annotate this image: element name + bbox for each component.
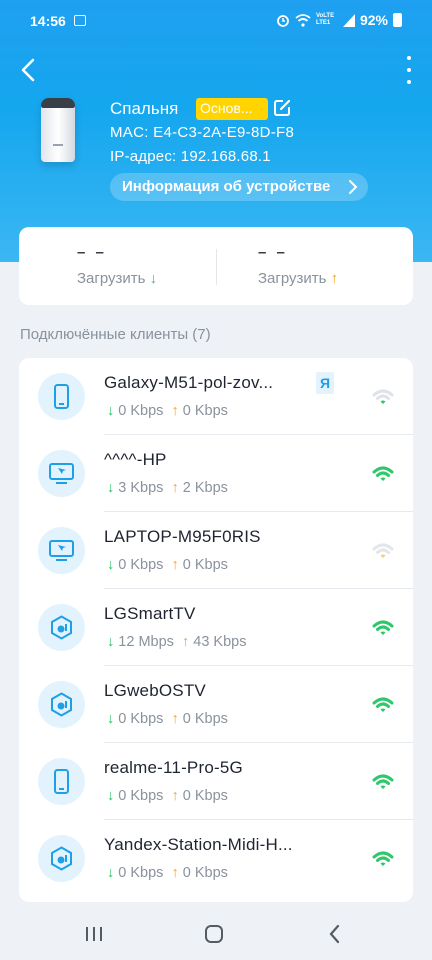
stat-value: – – [258, 244, 288, 261]
edit-icon[interactable] [272, 98, 292, 118]
mac-address: MAC: E4-C3-2A-E9-8D-F8 [110, 124, 295, 141]
client-name: ^^^^-HP [104, 450, 167, 469]
ip-address: IP-адрес: 192.168.68.1 [110, 148, 271, 165]
status-bar: 14:56 VoLTE LTE1 92% [0, 0, 432, 40]
nav-back-icon[interactable] [323, 922, 347, 946]
phone-icon [38, 373, 85, 420]
battery-percent: 92% [359, 12, 388, 28]
stat-value: – – [77, 244, 107, 261]
wifi-signal-icon [372, 697, 394, 712]
current-device-tag: Я [316, 372, 334, 394]
client-name: LGwebOSTV [104, 681, 206, 700]
iot-device-icon [38, 681, 85, 728]
traffic-stats-card: – – Загрузить ↓ – – Загрузить ↑ [19, 227, 413, 305]
chevron-right-icon [349, 180, 358, 194]
main-unit-badge: Основ... [196, 98, 268, 120]
device-info-button[interactable]: Информация об устройстве [110, 173, 368, 201]
gallery-notification-icon [74, 15, 86, 26]
up-arrow-icon: ↑ [330, 270, 339, 287]
wifi-signal-icon [372, 851, 394, 866]
desktop-icon [38, 527, 85, 574]
stat-label: Загрузить ↑ [258, 270, 339, 287]
client-row[interactable]: LGSmartTV ↓ 12 Mbps ↑ 43 Kbps [19, 589, 413, 666]
stat-label: Загрузить ↓ [77, 270, 158, 287]
down-arrow-icon: ↓ [107, 403, 115, 419]
up-arrow-icon: ↑ [171, 403, 179, 419]
iot-device-icon [38, 835, 85, 882]
client-name: Yandex-Station-Midi-H... [104, 835, 293, 854]
back-arrow-icon[interactable] [18, 56, 40, 84]
wifi-signal-icon [372, 543, 394, 558]
clients-list: Galaxy-M51-pol-zov... Я ↓ 0 Kbps ↑ 0 Kbp… [19, 358, 413, 902]
up-arrow-icon: ↑ [181, 634, 190, 650]
home-icon[interactable] [202, 922, 226, 946]
client-name: Galaxy-M51-pol-zov... [104, 373, 274, 392]
client-rates: ↓ 0 Kbps ↑ 0 Kbps [107, 788, 228, 804]
iot-device-icon [38, 604, 85, 651]
deco-device-image [41, 98, 75, 162]
down-arrow-icon: ↓ [107, 865, 115, 881]
alarm-icon [277, 15, 289, 27]
client-name: LAPTOP-M95F0RIS [104, 527, 261, 546]
up-arrow-icon: ↑ [171, 865, 179, 881]
client-row[interactable]: Galaxy-M51-pol-zov... Я ↓ 0 Kbps ↑ 0 Kbp… [19, 358, 413, 435]
client-row[interactable]: ^^^^-HP ↓ 3 Kbps ↑ 2 Kbps [19, 435, 413, 512]
wifi-signal-icon [372, 466, 394, 481]
client-rates: ↓ 12 Mbps ↑ 43 Kbps [107, 634, 247, 650]
client-rates: ↓ 0 Kbps ↑ 0 Kbps [107, 403, 228, 419]
desktop-icon [38, 450, 85, 497]
client-rates: ↓ 3 Kbps ↑ 2 Kbps [107, 480, 228, 496]
wifi-signal-icon [372, 774, 394, 789]
device-info-label: Информация об устройстве [122, 178, 331, 195]
wifi-signal-icon [372, 620, 394, 635]
up-arrow-icon: ↑ [171, 788, 179, 804]
recent-apps-icon[interactable] [82, 922, 106, 946]
client-name: realme-11-Pro-5G [104, 758, 243, 777]
down-arrow-icon: ↓ [107, 634, 115, 650]
up-arrow-icon: ↑ [171, 711, 179, 727]
more-options-icon[interactable] [404, 56, 414, 84]
client-rates: ↓ 0 Kbps ↑ 0 Kbps [107, 557, 228, 573]
client-row[interactable]: LGwebOSTV ↓ 0 Kbps ↑ 0 Kbps [19, 666, 413, 743]
client-row[interactable]: realme-11-Pro-5G ↓ 0 Kbps ↑ 0 Kbps [19, 743, 413, 820]
wifi-signal-icon [372, 389, 394, 404]
down-arrow-icon: ↓ [107, 711, 115, 727]
phone-icon [38, 758, 85, 805]
status-time: 14:56 [30, 13, 66, 29]
device-header: 14:56 VoLTE LTE1 92% Спальня Основ... MA… [0, 0, 432, 262]
stat-download: – – Загрузить ↓ [19, 227, 215, 305]
cell-signal-icon [342, 13, 355, 27]
up-arrow-icon: ↑ [171, 557, 179, 573]
down-arrow-icon: ↓ [107, 788, 115, 804]
status-icons: VoLTE LTE1 92% [276, 12, 402, 28]
client-row[interactable]: Yandex-Station-Midi-H... ↓ 0 Kbps ↑ 0 Kb… [19, 820, 413, 897]
down-arrow-icon: ↓ [107, 480, 115, 496]
client-name: LGSmartTV [104, 604, 196, 623]
client-rates: ↓ 0 Kbps ↑ 0 Kbps [107, 711, 228, 727]
up-arrow-icon: ↑ [171, 480, 179, 496]
connected-clients-title: Подключённые клиенты (7) [20, 326, 211, 343]
client-rates: ↓ 0 Kbps ↑ 0 Kbps [107, 865, 228, 881]
down-arrow-icon: ↓ [107, 557, 115, 573]
down-arrow-icon: ↓ [149, 270, 158, 287]
wifi-status-icon [295, 13, 311, 27]
stat-upload: – – Загрузить ↑ [217, 227, 413, 305]
battery-icon [393, 13, 402, 27]
device-name: Спальня [110, 99, 179, 118]
volte-label: VoLTE LTE1 [315, 13, 335, 26]
client-row[interactable]: LAPTOP-M95F0RIS ↓ 0 Kbps ↑ 0 Kbps [19, 512, 413, 589]
system-nav-bar [0, 908, 432, 960]
